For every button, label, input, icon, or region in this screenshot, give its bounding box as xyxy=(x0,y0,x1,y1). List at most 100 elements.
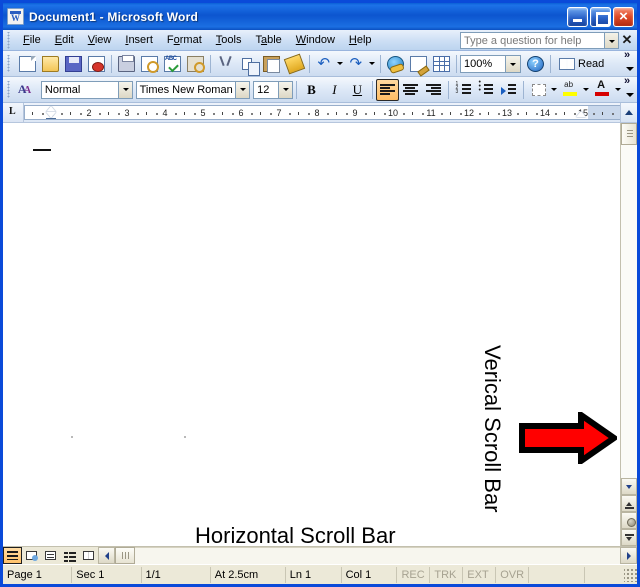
select-browse-object-button[interactable] xyxy=(621,512,637,529)
spelling-grammar-button[interactable] xyxy=(161,53,184,75)
formatting-toolbar-overflow-button[interactable] xyxy=(623,75,637,102)
minimize-button[interactable] xyxy=(567,6,588,27)
zoom-input[interactable]: 100% xyxy=(460,54,506,73)
read-button[interactable]: Read xyxy=(554,56,609,72)
cut-button[interactable] xyxy=(214,53,237,75)
view-reading-layout-button[interactable] xyxy=(79,547,98,564)
tab-selector-button[interactable] xyxy=(3,103,24,122)
open-button[interactable] xyxy=(39,53,62,75)
right-indent-marker[interactable] xyxy=(576,111,586,117)
ruler-scale[interactable]: 1 2 3 4 5 6 7 8 9 10 11 12 13 14 15 xyxy=(24,105,620,120)
standard-toolbar-overflow-button[interactable] xyxy=(623,49,637,76)
help-button[interactable] xyxy=(524,53,547,75)
undo-chevron-down-icon[interactable] xyxy=(336,53,345,75)
font-size-combobox[interactable]: 12 xyxy=(253,80,294,99)
redo-button[interactable] xyxy=(345,53,368,75)
copy-button[interactable] xyxy=(237,53,260,76)
underline-button[interactable]: U xyxy=(346,79,369,101)
maximize-button[interactable] xyxy=(590,6,611,27)
align-left-button[interactable] xyxy=(375,78,399,101)
formatting-toolbar: Normal Times New Roman 12 B I U xyxy=(3,75,637,103)
left-indent-marker[interactable] xyxy=(46,118,56,119)
highlight-button[interactable] xyxy=(559,79,582,101)
borders-button[interactable] xyxy=(527,79,550,101)
highlight-chevron-down-icon[interactable] xyxy=(582,79,591,101)
scroll-right-button[interactable] xyxy=(620,547,637,564)
menu-item-tools[interactable]: Tools xyxy=(209,31,249,49)
ruler-scroll-up-button[interactable] xyxy=(620,103,637,122)
scroll-down-button[interactable] xyxy=(621,478,637,495)
print-preview-button[interactable] xyxy=(138,53,161,75)
status-rec[interactable]: REC xyxy=(397,566,431,583)
zoom-chevron-down-icon[interactable] xyxy=(506,54,521,73)
tables-and-borders-button[interactable] xyxy=(407,53,430,75)
style-combobox[interactable]: Normal xyxy=(40,80,133,99)
ruler-tick xyxy=(260,112,261,115)
redo-chevron-down-icon[interactable] xyxy=(368,53,377,75)
numbering-button[interactable] xyxy=(452,79,475,101)
view-normal-button[interactable] xyxy=(3,547,22,564)
save-button[interactable] xyxy=(62,53,85,75)
help-search-input[interactable]: Type a question for help xyxy=(460,31,605,49)
status-trk[interactable]: TRK xyxy=(430,566,464,583)
menu-item-help[interactable]: Help xyxy=(342,31,379,49)
menu-item-view[interactable]: View xyxy=(81,31,119,49)
font-color-chevron-down-icon[interactable] xyxy=(614,79,623,101)
scroll-left-button[interactable] xyxy=(98,547,115,564)
menu-item-table[interactable]: Table xyxy=(248,31,288,49)
vertical-scroll-track[interactable] xyxy=(621,123,637,478)
align-right-button[interactable] xyxy=(422,79,445,101)
next-page-button[interactable] xyxy=(621,529,637,546)
research-button[interactable] xyxy=(184,53,207,75)
align-center-button[interactable] xyxy=(399,79,422,101)
increase-indent-button[interactable] xyxy=(497,79,520,101)
horizontal-scroll-track[interactable] xyxy=(135,547,620,564)
menu-item-window[interactable]: Window xyxy=(289,31,342,49)
print-button[interactable] xyxy=(115,53,138,75)
insert-hyperlink-button[interactable] xyxy=(384,53,407,75)
page-artifact-dot xyxy=(184,436,186,438)
undo-button[interactable] xyxy=(313,53,336,75)
indent-markers[interactable] xyxy=(45,106,57,119)
format-painter-button[interactable] xyxy=(283,53,306,75)
styles-and-formatting-button[interactable] xyxy=(16,79,39,101)
style-chevron-down-icon[interactable] xyxy=(117,81,132,98)
borders-chevron-down-icon[interactable] xyxy=(550,79,559,101)
new-blank-document-button[interactable] xyxy=(16,53,39,75)
status-ovr[interactable]: OVR xyxy=(496,566,530,583)
menu-item-format[interactable]: Format xyxy=(160,31,209,49)
status-spell-check[interactable] xyxy=(585,567,624,583)
print-icon xyxy=(118,54,135,72)
close-document-button[interactable]: ✕ xyxy=(619,32,635,48)
font-color-button[interactable] xyxy=(591,79,614,101)
formatting-toolbar-gripper[interactable] xyxy=(5,81,13,98)
vertical-scroll-bar[interactable] xyxy=(620,123,637,546)
close-button[interactable] xyxy=(613,6,634,27)
horizontal-scroll-thumb[interactable] xyxy=(115,547,135,564)
menu-bar-gripper[interactable] xyxy=(5,31,13,49)
font-chevron-down-icon[interactable] xyxy=(235,81,250,98)
view-print-layout-button[interactable] xyxy=(41,547,60,564)
resize-grip[interactable] xyxy=(623,567,637,582)
ruler-number: 14 xyxy=(539,108,551,118)
paste-button[interactable] xyxy=(260,53,283,75)
menu-item-edit[interactable]: Edit xyxy=(48,31,81,49)
ruler-tick xyxy=(488,112,489,115)
document-page[interactable]: Horizontal Scroll Bar Verical Scroll Bar xyxy=(3,123,620,546)
chevron-down-icon[interactable] xyxy=(605,31,619,49)
menu-item-insert[interactable]: Insert xyxy=(118,31,160,49)
font-combobox[interactable]: Times New Roman xyxy=(135,80,251,99)
status-ext[interactable]: EXT xyxy=(463,566,497,583)
mail-recipient-button[interactable] xyxy=(85,53,108,75)
previous-page-button[interactable] xyxy=(621,495,637,512)
view-web-layout-button[interactable] xyxy=(22,547,41,564)
vertical-scroll-thumb[interactable] xyxy=(621,123,637,145)
insert-table-button[interactable] xyxy=(430,53,453,75)
menu-item-file[interactable]: File xyxy=(16,31,48,49)
italic-button[interactable]: I xyxy=(323,79,346,101)
font-size-chevron-down-icon[interactable] xyxy=(278,81,293,98)
view-outline-button[interactable] xyxy=(60,547,79,564)
standard-toolbar-gripper[interactable] xyxy=(5,55,13,72)
bullets-button[interactable] xyxy=(474,79,497,101)
bold-button[interactable]: B xyxy=(300,79,323,101)
